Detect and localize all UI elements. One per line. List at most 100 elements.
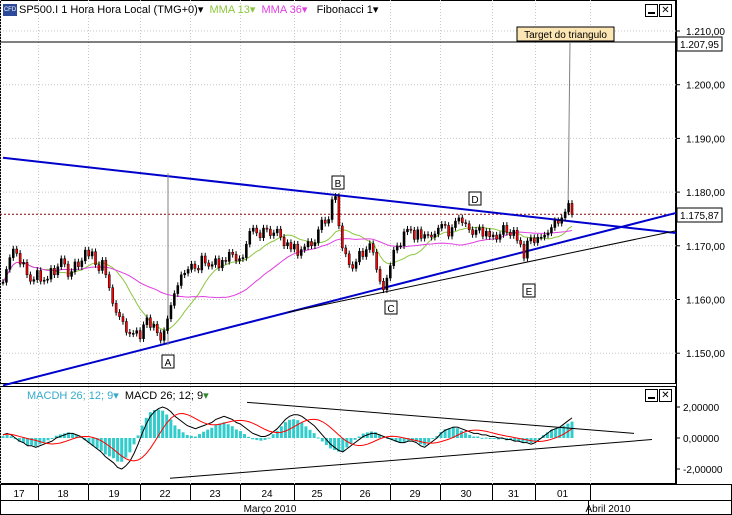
candle-up [536,236,540,243]
candle-down [371,243,375,253]
macd-histogram-bar [161,410,165,438]
candle-up [245,243,248,258]
price-panel-close-button[interactable]: ✕ [659,4,672,17]
candle-up [1,282,5,284]
macd-histogram-bar [267,437,271,439]
candle-up [450,227,454,237]
macdh-dropdown-icon[interactable]: ▾ [113,390,119,402]
candle-down [269,228,272,236]
candle-up [395,245,399,251]
chart-window: A B C D E 1.210,00 1.200,00 1.190,00 1.180,00 1.… [0,0,732,515]
mma36-dropdown-icon[interactable]: ▾ [302,4,308,16]
price-panel-minimize-button[interactable] [645,4,658,17]
timeframe-label[interactable]: 1 Hora Hora Local (TMG+0) [61,4,198,16]
candle-up [145,317,149,325]
macd-histogram-bar [480,437,484,439]
candle-up [354,261,358,269]
mma13-dropdown-icon[interactable]: ▾ [250,4,256,16]
macd-histogram-bar [128,438,132,453]
candle-up [221,260,224,269]
candle-up [550,227,553,234]
macd-tick-label: 2,00000 [683,403,720,414]
instrument-label[interactable]: SP500.I [19,4,58,16]
macd-tick-label: -2,00000 [683,465,723,476]
macd-histogram-bar [431,438,435,440]
fibonacci-dropdown-icon[interactable]: ▾ [373,4,379,16]
candle-up [474,229,478,235]
candle-up [365,249,368,257]
candle-down [426,234,430,236]
macd-layer [1,401,653,479]
macd-histogram-bar [136,435,140,438]
minimize-icon [648,397,655,399]
candle-down [515,229,519,241]
timeframe-dropdown-icon[interactable]: ▾ [198,4,204,16]
candle-down [488,231,492,237]
candle-down [125,321,128,333]
time-tick-label: 24 [261,489,273,500]
candle-up [454,220,457,228]
target-label: Target do triangulo [524,30,607,41]
candle-up [73,261,77,272]
candle-down [97,264,101,271]
candle-up [313,242,317,247]
macd-histogram-bar [238,431,242,438]
macd-histogram-bar [341,438,345,452]
candle-up [56,266,60,276]
candle-down [207,262,210,267]
macd-histogram-bar [189,435,193,438]
mma13-label[interactable]: MMA 13 [210,4,250,16]
macd-histogram-bar [304,426,308,438]
candle-down [203,255,207,264]
candle-up [22,262,25,265]
macd-histogram-bar [144,417,148,438]
macd-histogram-bar [169,419,173,438]
candle-up [162,330,166,341]
target-projection-line [567,42,571,215]
candle-up [526,240,529,259]
candle-down [467,223,471,230]
macd-histogram-bar [554,428,558,438]
candle-down [255,227,258,234]
candle-down [310,241,313,247]
candle-up [546,232,550,236]
macdh-label[interactable]: MACDH 26; 12; 9 [27,390,113,402]
candle-down [121,316,125,322]
candle-down [282,236,286,247]
macd-panel-close-button[interactable]: ✕ [659,389,672,402]
macd-histogram-bar [214,424,218,438]
candle-up [173,293,176,306]
candle-up [183,272,186,276]
candle-up [440,224,444,229]
macd-panel-minimize-button[interactable] [645,389,658,402]
macd-histogram-bar [185,434,189,438]
point-label-D: D [471,195,478,206]
candle-down [87,249,90,257]
candle-down [231,251,234,255]
candle-down [509,232,512,236]
candle-down [159,332,162,341]
price-tick-label: 1.170,00 [686,242,725,253]
time-tick-label: 18 [57,489,69,500]
candle-up [80,260,84,267]
candle-up [303,246,306,250]
macd-histogram-bar [50,438,54,439]
time-tick-label: 26 [359,489,371,500]
candle-down [15,248,18,254]
fibonacci-label[interactable]: Fibonacci 1 [317,4,373,16]
candle-down [505,225,509,233]
candle-up [320,219,324,230]
macd-histogram-bar [447,428,451,438]
point-label-B: B [335,179,342,190]
macd-dropdown-icon[interactable]: ▾ [203,390,209,402]
macd-histogram-bar [320,438,324,442]
candle-down [351,264,354,269]
macd-histogram-bar [464,432,468,438]
candle-down [63,258,66,265]
macd-label[interactable]: MACD 26; 12; 9 [125,390,203,402]
mma36-label[interactable]: MMA 36 [262,4,302,16]
macd-histogram-bar [46,438,50,441]
candle-up [32,279,36,282]
candle-up [306,241,310,248]
close-icon: ✕ [661,390,670,401]
